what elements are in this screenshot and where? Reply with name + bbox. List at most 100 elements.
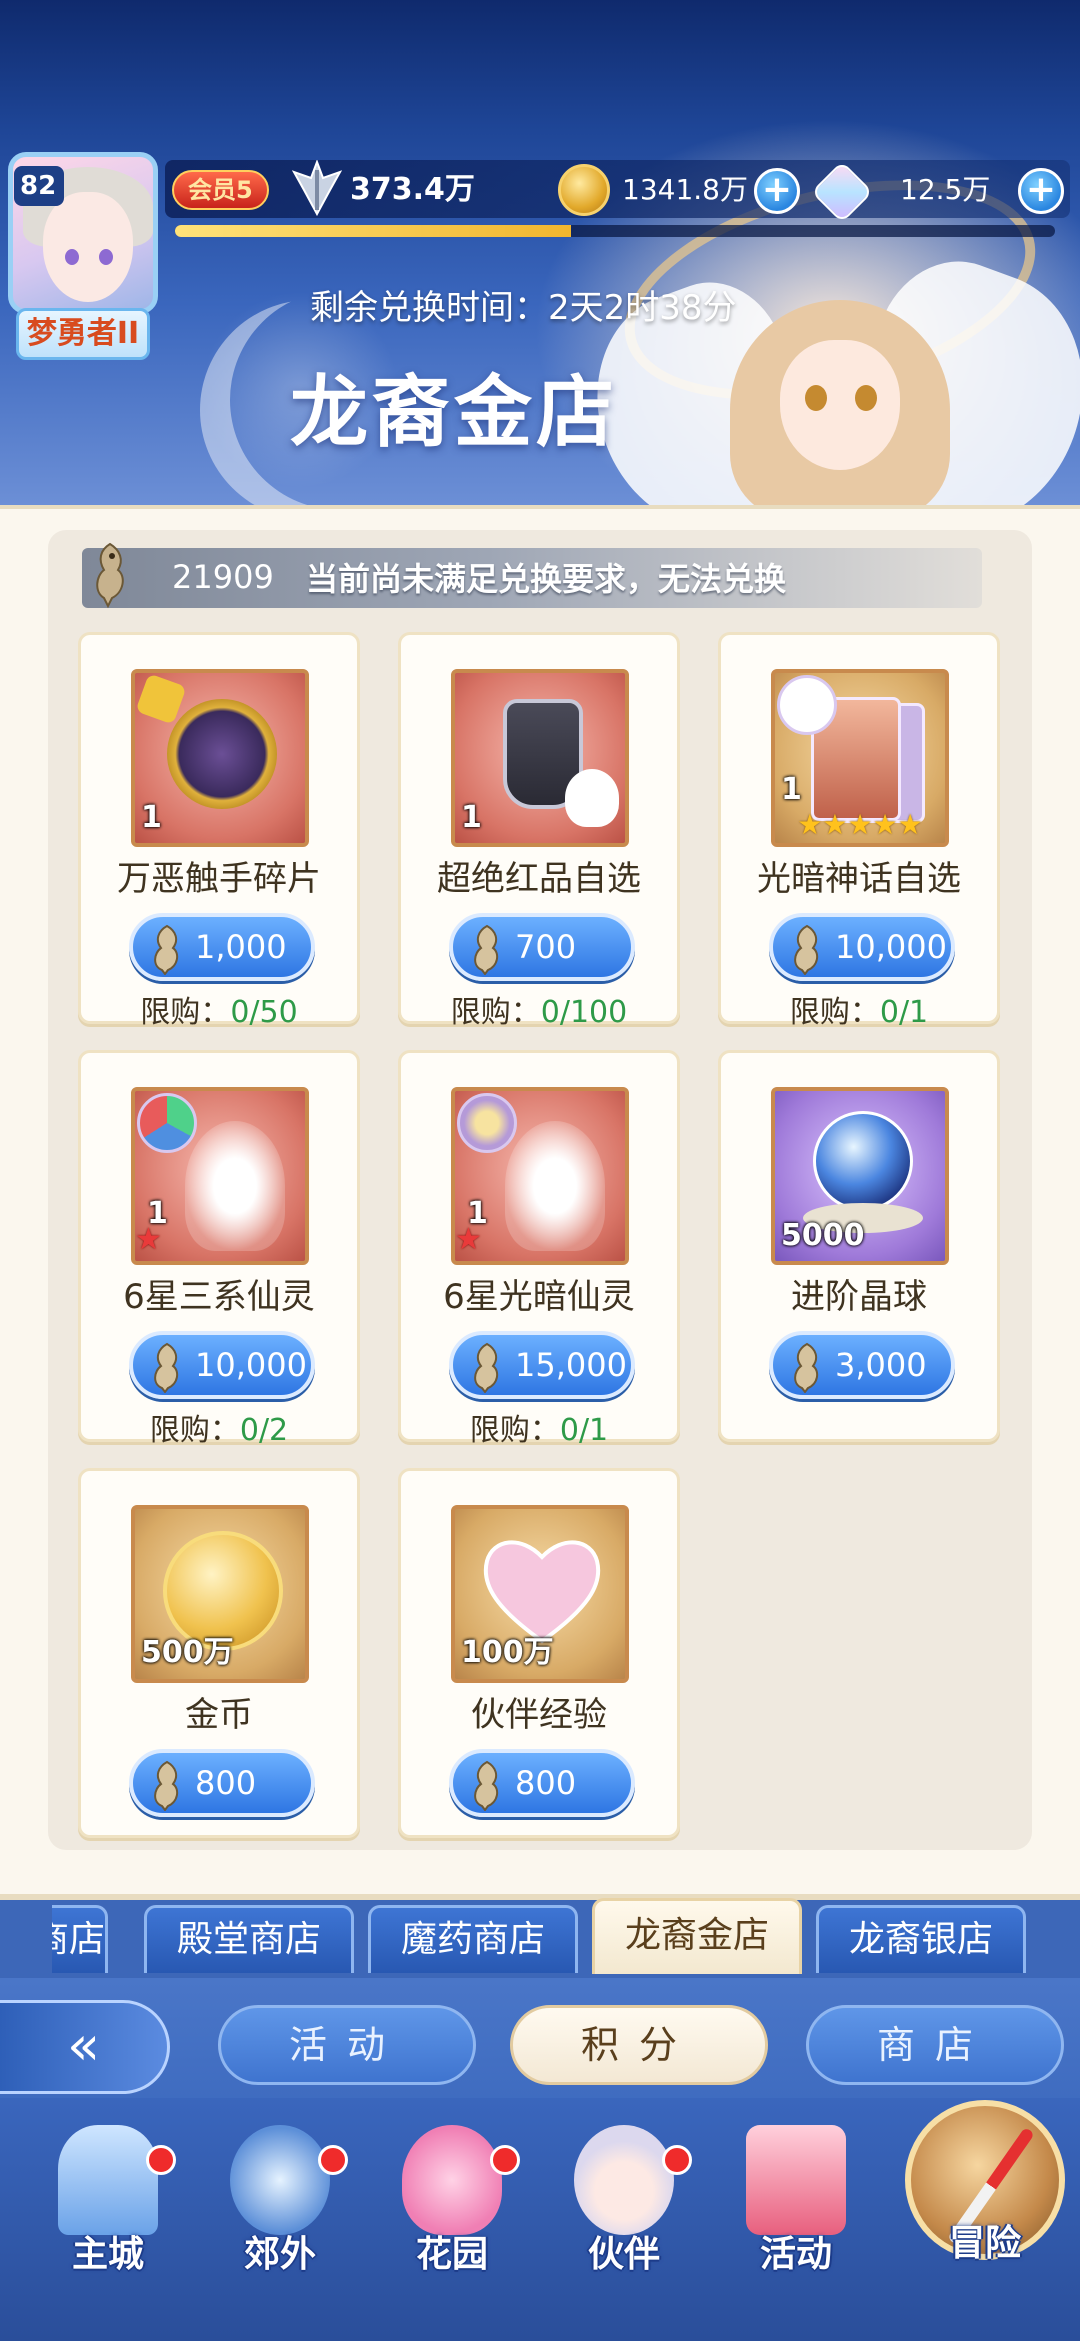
nav-label: 伙伴 (587, 2234, 660, 2275)
tab-potion-shop[interactable]: 魔药商店 (368, 1905, 578, 1973)
fairy-silhouette-icon (185, 1121, 285, 1251)
limit-value: 0/1 (559, 1413, 609, 1448)
shop-item-card[interactable]: 1 ★ 6星三系仙灵 10,000 限购：0/2 (78, 1050, 360, 1448)
nav-adventure[interactable]: 冒险 (905, 2100, 1065, 2264)
shop-item-card[interactable]: 5000 进阶晶球 3,000 (718, 1050, 1000, 1442)
buy-button[interactable]: 700 (449, 913, 635, 981)
dragon-token-icon (154, 1342, 179, 1393)
buy-button[interactable]: 15,000 (449, 1331, 635, 1399)
item-quantity: 500万 (141, 1635, 234, 1670)
player-title-badge[interactable]: 梦勇者II (16, 308, 150, 360)
vip-badge[interactable]: 会员5 (172, 170, 269, 210)
tentacle-fragment-icon (167, 699, 277, 809)
buy-button[interactable]: 10,000 (129, 1331, 315, 1399)
limit-value: 0/2 (239, 1413, 289, 1448)
shop-tab-button[interactable]: 商店 (806, 2005, 1064, 2085)
nav-suburbs[interactable]: 郊外 (200, 2125, 360, 2275)
nav-label: 活动 (759, 2234, 832, 2275)
dragon-token-icon (96, 542, 124, 609)
heart-garden-icon (402, 2125, 502, 2235)
shop-item-card[interactable]: 500万 金币 800 (78, 1468, 360, 1838)
buy-button[interactable]: 800 (129, 1749, 315, 1817)
item-thumbnail: 100万 (451, 1505, 629, 1683)
nav-label: 主城 (71, 2234, 144, 2275)
limit-label: 限购： (469, 1413, 560, 1448)
power-icon (292, 160, 342, 216)
gold-coin-icon (558, 164, 610, 216)
light-dark-element-icon (457, 1093, 517, 1153)
fairy-silhouette-icon (505, 1121, 605, 1251)
item-thumbnail: 1 ★★★★★ (771, 669, 949, 847)
dragon-token-icon (794, 1342, 819, 1393)
limit-label: 限购： (450, 995, 541, 1030)
nav-activity[interactable]: 活动 (716, 2125, 876, 2275)
buy-button[interactable]: 800 (449, 1749, 635, 1817)
tab-dragon-gold-shop[interactable]: 龙裔金店 (592, 1898, 802, 1974)
partner-portrait-icon (574, 2125, 674, 2235)
shop-item-card[interactable]: 1 ★★★★★ 光暗神话自选 10,000 限购：0/1 (718, 632, 1000, 1030)
shop-item-card[interactable]: 1 ★ 6星光暗仙灵 15,000 限购：0/1 (398, 1050, 680, 1448)
nav-label: 花园 (415, 2234, 488, 2275)
item-thumbnail: 1 (451, 669, 629, 847)
power-value: 373.4万 (350, 172, 475, 207)
gift-box-icon (746, 2125, 846, 2235)
item-thumbnail: 500万 (131, 1505, 309, 1683)
item-name: 万恶触手碎片 (117, 859, 321, 899)
dragon-token-icon (154, 924, 179, 975)
buy-button[interactable]: 1,000 (129, 913, 315, 981)
nav-partner[interactable]: 伙伴 (544, 2125, 704, 2275)
purchase-limit: 限购：0/1 (721, 987, 997, 1031)
item-price: 10,000 (195, 1346, 307, 1384)
buy-button[interactable]: 10,000 (769, 913, 955, 981)
limit-label: 限购： (140, 995, 231, 1030)
tab-shop-partial[interactable]: 商店 (52, 1905, 108, 1973)
shop-title: 龙裔金店 (290, 368, 619, 458)
item-price: 1,000 (195, 928, 287, 966)
dragon-token-icon (474, 924, 499, 975)
item-name: 6星光暗仙灵 (443, 1277, 635, 1317)
dragon-token-icon (474, 1760, 499, 1811)
red-star-icon: ★ (455, 1222, 482, 1257)
item-thumbnail: 1 (131, 669, 309, 847)
item-quantity: 1 (781, 772, 802, 807)
item-name: 光暗神话自选 (757, 859, 961, 899)
back-button[interactable]: « (0, 2000, 170, 2094)
notification-dot (490, 2145, 520, 2175)
item-name: 6星三系仙灵 (123, 1277, 315, 1317)
item-thumbnail: 1 ★ (131, 1087, 309, 1265)
add-gems-button[interactable]: + (1018, 168, 1064, 214)
gold-value: 1341.8万 (622, 173, 748, 206)
points-tab-button[interactable]: 积分 (510, 2005, 768, 2085)
shop-item-card[interactable]: 100万 伙伴经验 800 (398, 1468, 680, 1838)
item-price: 3,000 (835, 1346, 927, 1384)
nav-main-city[interactable]: 主城 (28, 2125, 188, 2275)
dragon-token-icon (154, 1760, 179, 1811)
shop-item-card[interactable]: 1 超绝红品自选 700 限购：0/100 (398, 632, 680, 1030)
activity-tab-button[interactable]: 活动 (218, 2005, 476, 2085)
xp-progress-fill (175, 225, 571, 237)
nav-label: 郊外 (243, 2234, 316, 2275)
xp-progress-bar (175, 225, 1055, 237)
remaining-exchange-time: 剩余兑换时间：2天2时38分 (310, 288, 737, 328)
item-price: 10,000 (835, 928, 947, 966)
red-star-icon: ★ (135, 1222, 162, 1257)
magic-circle-icon (230, 2125, 330, 2235)
tab-dragon-silver-shop[interactable]: 龙裔银店 (816, 1905, 1026, 1973)
tab-hall-shop[interactable]: 殿堂商店 (144, 1905, 354, 1973)
item-name: 超绝红品自选 (437, 859, 641, 899)
item-name: 进阶晶球 (791, 1277, 927, 1317)
notification-dot (146, 2145, 176, 2175)
nav-garden[interactable]: 花园 (372, 2125, 532, 2275)
ghost-icon (565, 769, 619, 827)
dragon-token-icon (794, 924, 819, 975)
item-price: 15,000 (515, 1346, 627, 1384)
token-count: 21909 (172, 558, 274, 596)
shop-item-card[interactable]: 1 万恶触手碎片 1,000 限购：0/50 (78, 632, 360, 1030)
puzzle-piece-icon (135, 673, 187, 725)
add-gold-button[interactable]: + (754, 168, 800, 214)
item-name: 伙伴经验 (471, 1695, 607, 1735)
player-level: 82 (14, 166, 64, 206)
limit-value: 0/1 (879, 995, 929, 1030)
item-quantity: 100万 (461, 1635, 554, 1670)
buy-button[interactable]: 3,000 (769, 1331, 955, 1399)
